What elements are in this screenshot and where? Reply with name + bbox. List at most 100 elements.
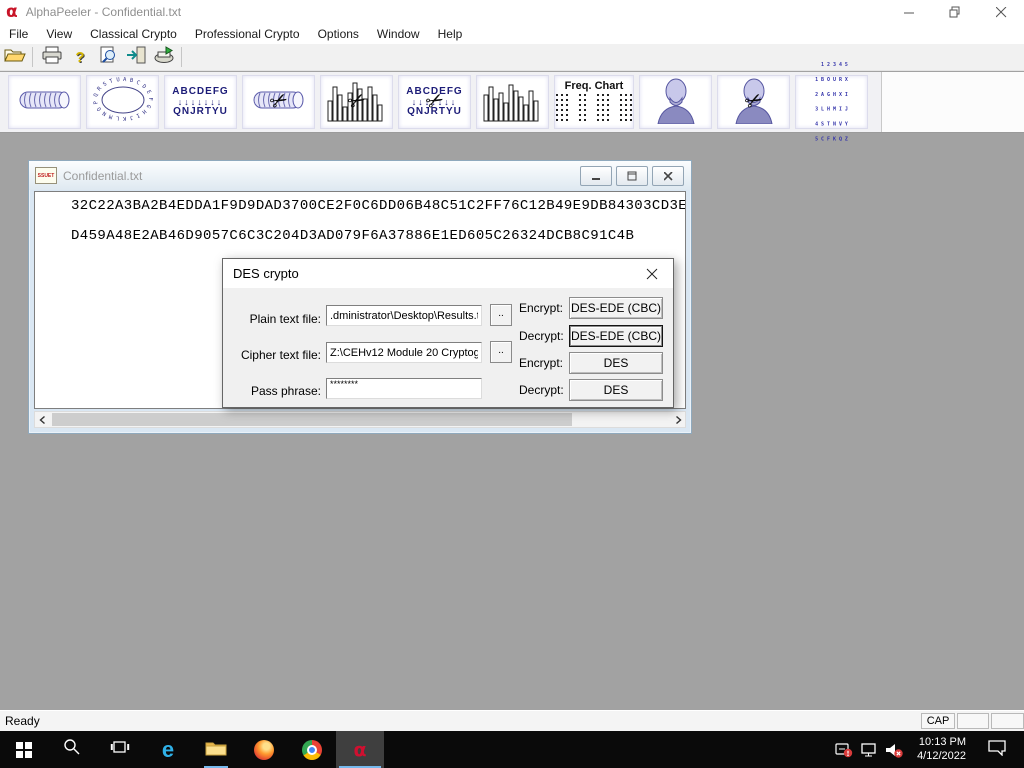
- open-file-button[interactable]: [2, 46, 28, 69]
- toolbar-separator: [32, 47, 33, 67]
- cipher-text-file-label: Cipher text file:: [229, 348, 321, 362]
- minimize-button[interactable]: [886, 0, 932, 24]
- internet-explorer-button[interactable]: e: [144, 731, 192, 768]
- help-icon: ?: [75, 49, 84, 66]
- child-restore-button[interactable]: [616, 166, 648, 186]
- search-button[interactable]: [48, 731, 96, 768]
- child-window-title: Confidential.txt: [63, 169, 142, 183]
- notification-bubble-icon: [987, 739, 1007, 761]
- taskbar-clock[interactable]: 10:13 PM 4/12/2022: [904, 735, 966, 763]
- toolbar-separator: [181, 47, 182, 67]
- vigenere-button[interactable]: [639, 75, 712, 129]
- dialog-close-button[interactable]: [637, 263, 667, 285]
- vigenere-crack-button[interactable]: ✂: [717, 75, 790, 129]
- file-explorer-button[interactable]: [192, 731, 240, 768]
- child-close-button[interactable]: [652, 166, 684, 186]
- document-icon: SSUET: [35, 167, 57, 184]
- child-minimize-button[interactable]: [580, 166, 612, 186]
- print-setup-icon: [153, 46, 175, 69]
- alphapeeler-taskbar-button[interactable]: α: [336, 731, 384, 768]
- alphabet-disc-icon: A B C D E F G H I J K L M N O P Q R S T …: [92, 76, 154, 129]
- alphapeeler-icon: α: [353, 739, 366, 761]
- child-title-bar[interactable]: SSUET Confidential.txt: [29, 161, 691, 190]
- scroll-right-arrow[interactable]: [670, 412, 685, 427]
- exit-door-icon: [125, 46, 147, 69]
- standard-toolbar: ?: [0, 44, 1024, 71]
- substitution-plain-letters: ABCDEFG: [172, 87, 228, 97]
- ciphertext-line: D459A48E2AB46D9057C6C3C204D3AD079F6A3788…: [71, 228, 634, 244]
- menu-professional-crypto[interactable]: Professional Crypto: [186, 27, 309, 41]
- crypto-toolbar: A B C D E F G H I J K L M N O P Q R S T …: [0, 72, 1024, 133]
- alphapeeler-window: α AlphaPeeler - Confidential.txt File Vi…: [0, 0, 1024, 768]
- title-bar: α AlphaPeeler - Confidential.txt: [0, 0, 1024, 24]
- horizontal-scrollbar[interactable]: [34, 411, 686, 428]
- task-view-icon: [110, 739, 130, 760]
- volume-muted-tray-icon[interactable]: [882, 731, 906, 768]
- encrypt-des-button[interactable]: DES: [569, 352, 663, 374]
- plain-text-browse-button[interactable]: ..: [490, 304, 512, 326]
- histogram-icon: [482, 77, 544, 128]
- clock-time: 10:13 PM: [904, 735, 966, 749]
- scytale-crack-button[interactable]: ✂: [242, 75, 315, 129]
- menu-classical-crypto[interactable]: Classical Crypto: [81, 27, 186, 41]
- windows-taskbar: e α 10:13 PM 4/12/2022: [0, 731, 1024, 768]
- encrypt-des-ede-cbc-button[interactable]: DES-EDE (CBC): [569, 297, 663, 319]
- print-button[interactable]: [39, 46, 65, 69]
- scytale-button[interactable]: [8, 75, 81, 129]
- chrome-button[interactable]: [288, 731, 336, 768]
- menu-window[interactable]: Window: [368, 27, 429, 41]
- close-button[interactable]: [978, 0, 1024, 24]
- dotted-bars-icon: [556, 94, 632, 124]
- dialog-title: DES crypto: [233, 266, 299, 281]
- restore-button[interactable]: [932, 0, 978, 24]
- network-tray-icon[interactable]: [858, 731, 882, 768]
- crypto-toolbar-band: A B C D E F G H I J K L M N O P Q R S T …: [0, 72, 882, 132]
- alphapeeler-logo-icon: α: [6, 4, 18, 21]
- task-view-button[interactable]: [96, 731, 144, 768]
- file-explorer-icon: [205, 739, 227, 761]
- alphabet-disc-button[interactable]: A B C D E F G H I J K L M N O P Q R S T …: [86, 75, 159, 129]
- exit-button[interactable]: [123, 46, 149, 69]
- substitution-button[interactable]: ABCDEFG ↓↓↓↓↓↓↓ QNJRTYU: [164, 75, 237, 129]
- pass-phrase-label: Pass phrase:: [229, 384, 321, 398]
- cipher-text-browse-button[interactable]: ..: [490, 341, 512, 363]
- menu-bar: File View Classical Crypto Professional …: [0, 24, 1024, 44]
- chrome-icon: [302, 740, 322, 760]
- caps-lock-indicator: CAP: [921, 713, 955, 729]
- windows-logo-icon: [16, 742, 32, 758]
- menu-view[interactable]: View: [37, 27, 81, 41]
- frequency-crack-button[interactable]: ✂: [320, 75, 393, 129]
- firefox-button[interactable]: [240, 731, 288, 768]
- dialog-title-bar[interactable]: DES crypto: [223, 259, 673, 288]
- about-button[interactable]: ?: [67, 46, 93, 69]
- action-center-tray-icon[interactable]: [832, 731, 856, 768]
- firefox-icon: [254, 740, 274, 760]
- open-folder-icon: [4, 46, 26, 69]
- print-setup-button[interactable]: [151, 46, 177, 69]
- decrypt-des-ede-cbc-button[interactable]: DES-EDE (CBC): [569, 325, 663, 347]
- cipher-text-file-input[interactable]: [326, 342, 482, 363]
- substitution-crack-button[interactable]: ABCDEFG ↓↓↓↓↓↓↓ QNJRTYU ✂: [398, 75, 471, 129]
- freq-chart-button[interactable]: Freq. Chart: [554, 75, 634, 129]
- menu-file[interactable]: File: [0, 27, 37, 41]
- plain-text-file-input[interactable]: [326, 305, 482, 326]
- substitution-cipher-letters: QNJRTYU: [172, 107, 228, 117]
- internet-explorer-icon: e: [162, 737, 174, 763]
- portrait-icon: [651, 76, 701, 129]
- magnifier-page-icon: [98, 46, 118, 69]
- polybius-square-button[interactable]: 1 2 3 4 5 1 B O U R X 2 A G H X I 3 L H …: [795, 75, 868, 129]
- freq-chart-label: Freq. Chart: [565, 80, 624, 92]
- print-preview-button[interactable]: [95, 46, 121, 69]
- scroll-left-arrow[interactable]: [35, 412, 50, 427]
- status-bar: Ready CAP: [0, 710, 1024, 731]
- pass-phrase-input[interactable]: [326, 378, 482, 399]
- menu-options[interactable]: Options: [309, 27, 368, 41]
- plain-text-file-label: Plain text file:: [229, 312, 321, 326]
- decrypt-des-button[interactable]: DES: [569, 379, 663, 401]
- scrollbar-thumb[interactable]: [52, 413, 572, 426]
- histogram-button[interactable]: [476, 75, 549, 129]
- notification-center-button[interactable]: [982, 731, 1012, 768]
- start-button[interactable]: [0, 731, 48, 768]
- letter-grid-icon: 1 2 3 4 5 1 B O U R X 2 A G H X I 3 L H …: [815, 52, 848, 151]
- menu-help[interactable]: Help: [429, 27, 472, 41]
